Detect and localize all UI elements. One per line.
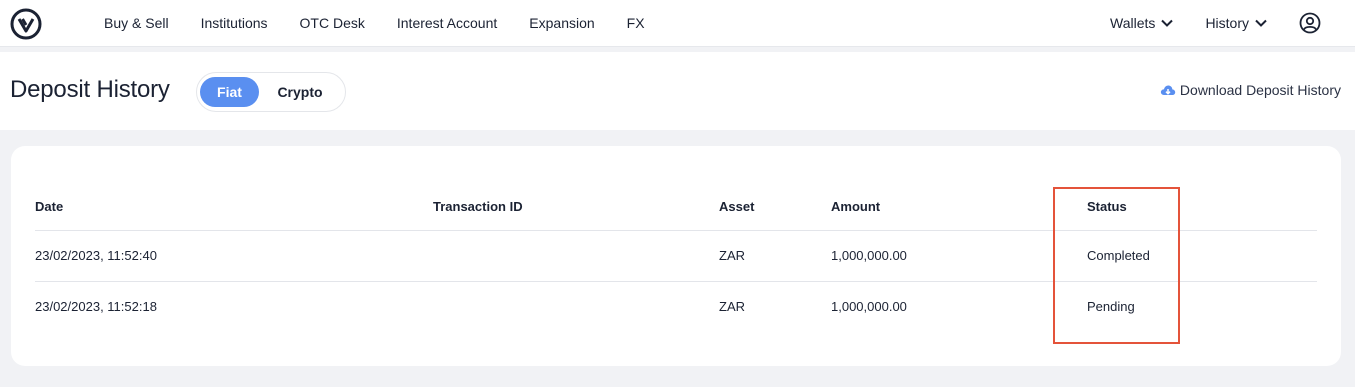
chevron-down-icon	[1161, 19, 1174, 27]
chevron-down-icon	[1255, 19, 1267, 27]
page-header: Deposit History Fiat Crypto Download Dep…	[0, 52, 1355, 130]
history-label: History	[1205, 15, 1249, 31]
cell-status: Completed	[1087, 248, 1150, 263]
download-label: Download Deposit History	[1179, 82, 1341, 98]
deposit-table: Date Transaction ID Asset Amount Status …	[35, 184, 1317, 332]
download-deposit-history-link[interactable]: Download Deposit History	[1160, 82, 1341, 98]
column-header-status: Status	[1087, 199, 1127, 214]
table-header-row: Date Transaction ID Asset Amount Status	[35, 184, 1317, 231]
nav-link-buy-sell[interactable]: Buy & Sell	[104, 0, 169, 46]
cell-date: 23/02/2023, 11:52:18	[35, 299, 157, 314]
cell-amount: 1,000,000.00	[831, 248, 907, 263]
cell-status: Pending	[1087, 299, 1135, 314]
nav-link-institutions[interactable]: Institutions	[201, 0, 268, 46]
column-header-amount: Amount	[831, 199, 881, 214]
logo-icon[interactable]	[10, 8, 42, 40]
table-row[interactable]: 23/02/2023, 11:52:18 ZAR 1,000,000.00 Pe…	[35, 282, 1317, 332]
page-title: Deposit History	[10, 76, 170, 103]
wallets-label: Wallets	[1110, 15, 1156, 31]
tab-crypto[interactable]: Crypto	[267, 77, 333, 107]
column-header-date: Date	[35, 199, 64, 214]
nav-link-fx[interactable]: FX	[627, 0, 645, 46]
column-header-transaction-id: Transaction ID	[433, 199, 523, 214]
fiat-crypto-toggle: Fiat Crypto	[196, 72, 346, 112]
nav-link-interest-account[interactable]: Interest Account	[397, 0, 497, 46]
table-row[interactable]: 23/02/2023, 11:52:40 ZAR 1,000,000.00 Co…	[35, 231, 1317, 282]
nav-link-otc-desk[interactable]: OTC Desk	[300, 0, 365, 46]
top-nav: Buy & Sell Institutions OTC Desk Interes…	[0, 0, 1355, 47]
cell-date: 23/02/2023, 11:52:40	[35, 248, 157, 263]
column-header-asset: Asset	[719, 199, 755, 214]
cell-asset: ZAR	[719, 248, 745, 263]
tab-fiat[interactable]: Fiat	[200, 77, 259, 107]
wallets-dropdown[interactable]: Wallets	[1110, 15, 1174, 31]
cell-asset: ZAR	[719, 299, 745, 314]
nav-links: Buy & Sell Institutions OTC Desk Interes…	[104, 0, 677, 46]
history-dropdown[interactable]: History	[1205, 15, 1267, 31]
cloud-download-icon	[1160, 85, 1176, 95]
nav-link-expansion[interactable]: Expansion	[529, 0, 594, 46]
deposit-table-card: Date Transaction ID Asset Amount Status …	[11, 146, 1341, 366]
cell-amount: 1,000,000.00	[831, 299, 907, 314]
nav-right: Wallets History	[1110, 0, 1321, 46]
user-circle-icon[interactable]	[1299, 12, 1321, 34]
